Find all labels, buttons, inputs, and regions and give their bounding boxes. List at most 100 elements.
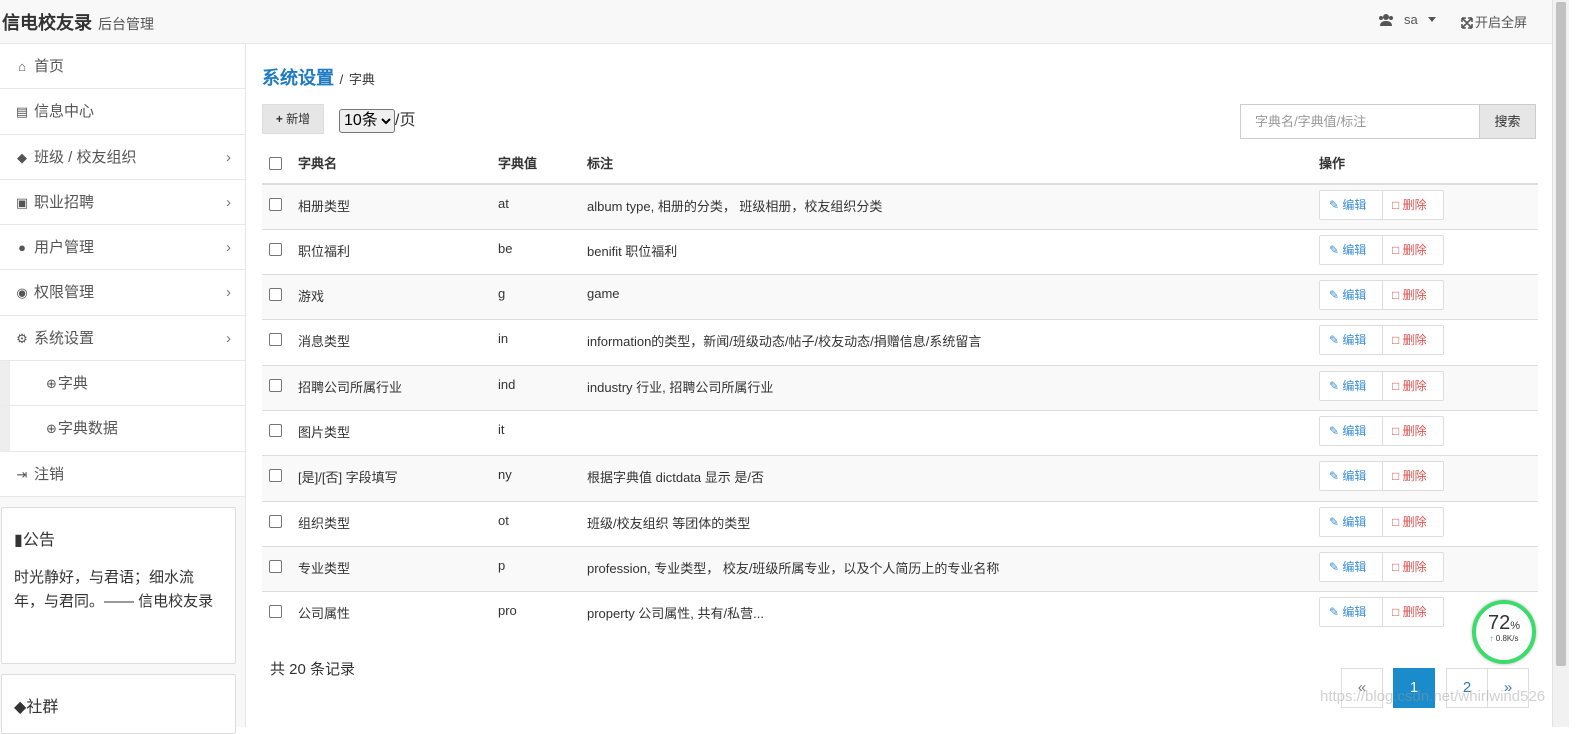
search-input[interactable] — [1240, 104, 1480, 139]
edit-icon: ✎ — [1329, 378, 1340, 393]
arrow-up-icon: ↑ — [1489, 634, 1494, 643]
column-header-name[interactable]: 字典名 — [298, 142, 498, 185]
delete-button[interactable]: □ 删除 — [1382, 325, 1444, 356]
cell-note: benifit 职位福利 — [587, 228, 1319, 275]
cell-actions: ✎ 编辑 □ 删除 — [1319, 319, 1538, 366]
edit-button[interactable]: ✎ 编辑 — [1319, 415, 1383, 446]
edit-label: 编辑 — [1342, 423, 1367, 438]
add-button[interactable]: + 新增 — [262, 104, 324, 134]
select-all-cell — [262, 142, 298, 185]
row-checkbox[interactable] — [269, 198, 282, 212]
chevron-right-icon: › — [226, 193, 231, 211]
edit-label: 编辑 — [1342, 288, 1367, 303]
chevron-right-icon: › — [226, 239, 231, 257]
chevron-right-icon: › — [226, 329, 231, 347]
delete-label: 删除 — [1402, 514, 1427, 529]
sidebar: ⌂ 首页 ▤ 信息中心 ◆ 班级 / 校友组织 › ▣ 职业招聘 › ● 用户管理 › ◉ 权限管… — [0, 44, 246, 734]
edit-icon: ✎ — [1329, 198, 1340, 212]
edit-icon: ✎ — [1329, 514, 1340, 529]
delete-label: 删除 — [1402, 378, 1427, 393]
search-button[interactable]: 搜索 — [1479, 104, 1536, 139]
delete-button[interactable]: □ 删除 — [1382, 506, 1444, 537]
row-select-cell — [262, 274, 298, 320]
edit-button[interactable]: ✎ 编辑 — [1319, 461, 1383, 492]
edit-button[interactable]: ✎ 编辑 — [1319, 506, 1383, 537]
row-checkbox[interactable] — [269, 469, 282, 483]
sidebar-subitem-dictionary[interactable]: ⊕字典 — [0, 361, 245, 407]
sidebar-item-jobs[interactable]: ▣ 职业招聘 › — [0, 179, 245, 226]
brand[interactable]: 信电校友录 后台管理 — [2, 9, 154, 35]
edit-button[interactable]: ✎ 编辑 — [1319, 325, 1383, 356]
bookmark-icon: ▮ — [14, 532, 23, 549]
chevron-right-icon: › — [226, 148, 231, 166]
column-header-note[interactable]: 标注 — [587, 142, 1319, 185]
row-select-cell — [262, 455, 298, 502]
column-header-value[interactable]: 字典值 — [498, 142, 587, 185]
row-checkbox[interactable] — [269, 333, 282, 347]
edit-button[interactable]: ✎ 编辑 — [1319, 190, 1383, 220]
cell-note: profession, 专业类型， 校友/班级所属专业，以及个人简历上的专业名称 — [587, 545, 1319, 592]
graduation-cap-icon: ◆ — [17, 149, 27, 165]
delete-button[interactable]: □ 删除 — [1382, 551, 1444, 582]
row-checkbox[interactable] — [269, 424, 282, 438]
cell-note: album type, 相册的分类， 班级相册，校友组织分类 — [587, 183, 1319, 230]
scrollbar-thumb[interactable] — [1556, 2, 1566, 666]
sidebar-item-label: 班级 / 校友组织 — [34, 148, 137, 166]
sidebar-item-permissions[interactable]: ◉ 权限管理 › — [0, 270, 245, 316]
network-speed-widget[interactable]: 72% ↑ 0.8K/s — [1472, 600, 1536, 664]
edit-button[interactable]: ✎ 编辑 — [1319, 234, 1383, 265]
home-icon: ⌂ — [18, 59, 26, 74]
tag-icon: ◆ — [14, 699, 27, 716]
edit-button[interactable]: ✎ 编辑 — [1319, 370, 1383, 401]
row-checkbox[interactable] — [269, 605, 282, 619]
delete-label: 删除 — [1402, 333, 1427, 348]
edit-button[interactable]: ✎ 编辑 — [1319, 597, 1383, 628]
select-all-checkbox[interactable] — [269, 157, 282, 171]
speed-percent-value: 72 — [1487, 612, 1511, 634]
delete-button[interactable]: □ 删除 — [1382, 461, 1444, 492]
user-menu[interactable]: sa — [1378, 12, 1436, 27]
breadcrumb-separator: / — [336, 72, 347, 87]
row-checkbox[interactable] — [269, 242, 282, 256]
row-checkbox[interactable] — [269, 514, 282, 528]
table-header-row: 字典名 字典值 标注 操作 — [262, 142, 1538, 185]
edit-button[interactable]: ✎ 编辑 — [1319, 551, 1383, 582]
fullscreen-button[interactable]: 开启全屏 — [1461, 12, 1527, 31]
speed-rate-value: 0.8K/s — [1495, 634, 1519, 643]
sidebar-item-label: 系统设置 — [34, 329, 95, 347]
delete-label: 删除 — [1402, 559, 1427, 574]
cell-name: 图片类型 — [298, 409, 498, 456]
delete-button[interactable]: □ 删除 — [1382, 190, 1444, 220]
delete-button[interactable]: □ 删除 — [1382, 234, 1444, 265]
column-header-actions: 操作 — [1319, 142, 1538, 185]
sidebar-item-info-center[interactable]: ▤ 信息中心 — [0, 89, 245, 135]
sidebar-item-label: 权限管理 — [34, 284, 95, 302]
sidebar-item-settings[interactable]: ⚙ 系统设置 › — [0, 315, 245, 362]
cell-actions: ✎ 编辑 □ 删除 — [1319, 500, 1538, 547]
cell-actions: ✎ 编辑 □ 删除 — [1319, 183, 1538, 230]
edit-icon: ✎ — [1329, 333, 1340, 348]
delete-button[interactable]: □ 删除 — [1382, 370, 1444, 401]
row-checkbox[interactable] — [269, 559, 282, 573]
delete-button[interactable]: □ 删除 — [1382, 280, 1444, 311]
edit-button[interactable]: ✎ 编辑 — [1319, 280, 1383, 311]
sidebar-item-class-org[interactable]: ◆ 班级 / 校友组织 › — [0, 134, 245, 180]
community-title-text: 社群 — [26, 699, 59, 716]
per-page-select[interactable]: 10条 — [339, 108, 395, 133]
sidebar-subitem-dictionary-data[interactable]: ⊕字典数据 — [0, 406, 245, 452]
row-select-cell — [262, 545, 298, 592]
cell-actions: ✎ 编辑 □ 删除 — [1319, 274, 1538, 320]
delete-label: 删除 — [1402, 242, 1427, 257]
breadcrumb-section[interactable]: 系统设置 — [262, 68, 334, 88]
delete-button[interactable]: □ 删除 — [1382, 597, 1444, 628]
table-row: 相册类型 at album type, 相册的分类， 班级相册，校友组织分类 ✎ 编辑… — [262, 183, 1538, 230]
delete-button[interactable]: □ 删除 — [1382, 415, 1444, 446]
sidebar-item-users[interactable]: ● 用户管理 › — [0, 225, 245, 271]
vertical-scrollbar[interactable] — [1552, 0, 1569, 727]
users-icon — [1379, 14, 1393, 26]
sidebar-item-logout[interactable]: ⇥ 注销 — [0, 451, 245, 497]
row-checkbox[interactable] — [269, 378, 282, 392]
row-checkbox[interactable] — [269, 288, 282, 302]
trash-icon: □ — [1392, 198, 1400, 212]
sidebar-item-home[interactable]: ⌂ 首页 — [0, 44, 245, 90]
